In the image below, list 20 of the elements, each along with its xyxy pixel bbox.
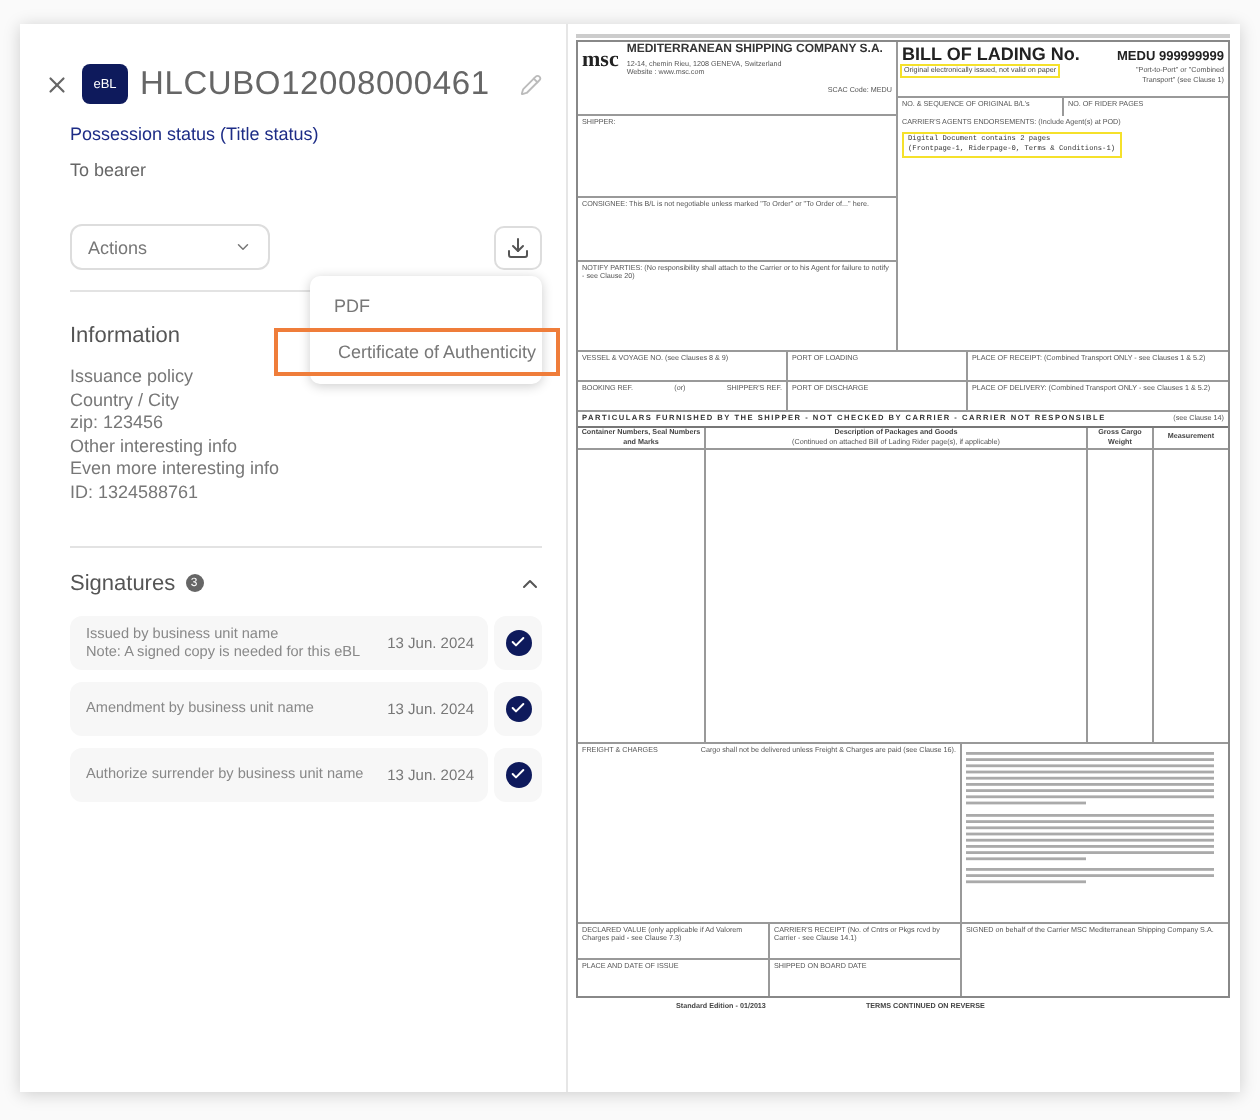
menu-item[interactable]: PDF <box>310 284 542 328</box>
status-value: To bearer <box>70 160 149 180</box>
actions-dropdown[interactable]: Actions <box>70 224 270 270</box>
download-icon <box>506 235 530 259</box>
bill-of-lading-title: BILL OF LADING No. <box>902 44 1080 66</box>
company-logo: msc <box>582 49 619 72</box>
info-line: Issuance policy <box>70 366 196 390</box>
close-icon[interactable] <box>44 71 70 97</box>
menu-item[interactable]: Certificate of Authenticity <box>274 328 560 376</box>
download-button[interactable] <box>494 225 542 269</box>
info-line: Even more interesting info <box>70 458 282 482</box>
section-title: Information <box>70 324 183 348</box>
info-line: Country / City <box>70 389 182 413</box>
document-title: HLCUBO12008000461 <box>140 65 492 103</box>
chevron-icon <box>234 238 252 256</box>
info-line: Other interesting info <box>70 435 240 459</box>
section-title: Signatures <box>70 571 176 596</box>
status-label: Possession status (Title status) <box>70 124 321 144</box>
info-line: ID: 1324588761 <box>70 481 201 506</box>
info-line: zip: 123456 <box>70 412 166 436</box>
